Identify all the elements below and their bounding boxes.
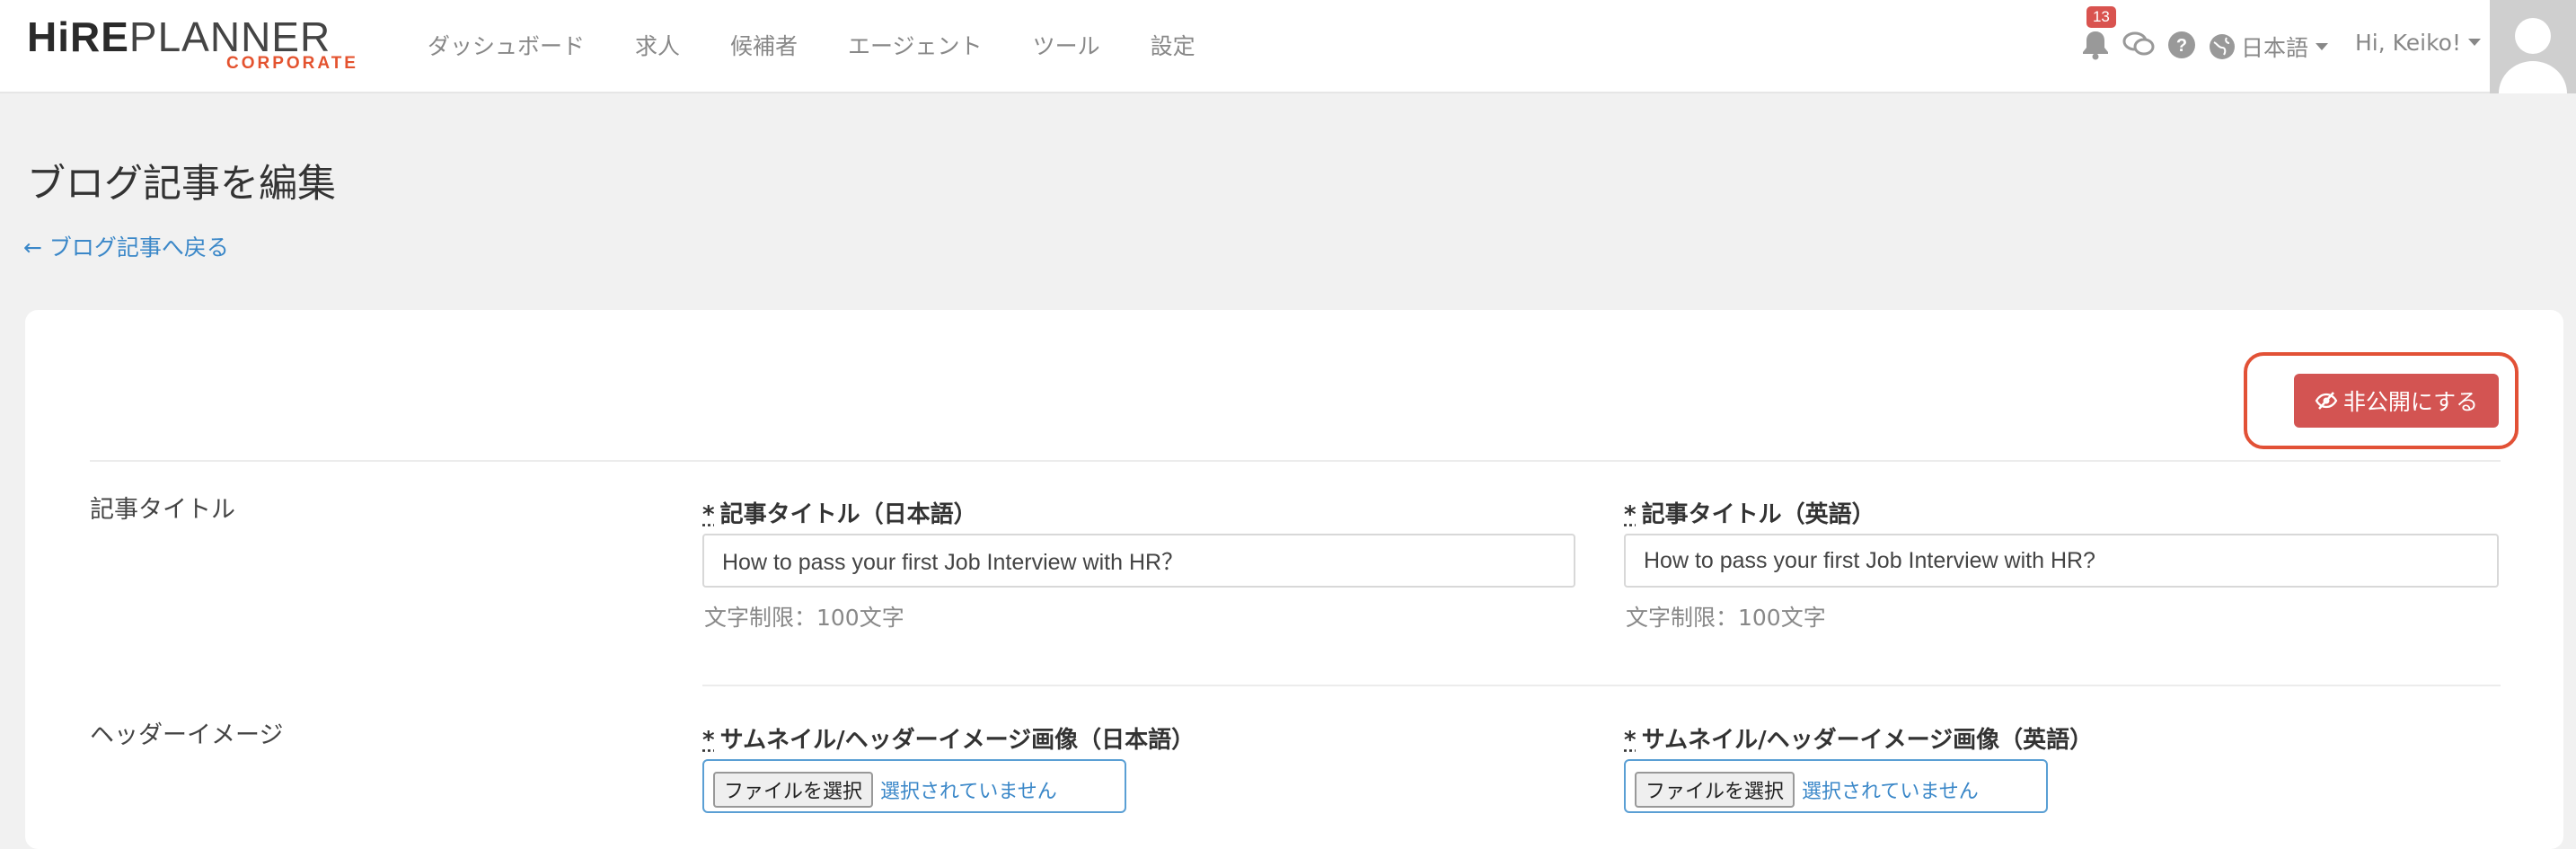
divider — [90, 460, 2501, 462]
eye-slash-icon — [2315, 391, 2338, 411]
title-ja-hint: 文字制限：100文字 — [704, 600, 904, 632]
nav-item-tools[interactable]: ツール — [1033, 29, 1100, 61]
question-circle-icon: ? — [2167, 31, 2196, 63]
required-marker: * — [702, 501, 715, 528]
header-ja-label: * サムネイル/ヘッダーイメージ画像（日本語） — [702, 721, 1195, 755]
bell-icon — [2081, 30, 2110, 64]
header-ja-file-input[interactable]: ファイルを選択 選択されていません — [702, 759, 1126, 813]
file-status-text: 選択されていません — [880, 775, 1057, 804]
title-ja-input[interactable]: How to pass your first Job Interview wit… — [702, 534, 1575, 588]
nav-item-candidates[interactable]: 候補者 — [730, 29, 798, 61]
user-menu[interactable]: Hi, Keiko! — [2355, 30, 2481, 56]
logo-hire-text: HiRE — [27, 13, 129, 60]
page-title: ブログ記事を編集 — [27, 153, 336, 208]
divider — [702, 685, 2501, 686]
title-section-label: 記事タイトル — [90, 490, 235, 525]
required-marker: * — [702, 727, 715, 754]
title-ja-label: * 記事タイトル（日本語） — [702, 496, 977, 529]
title-en-label: * 記事タイトル（英語） — [1624, 496, 1875, 529]
main-nav: ダッシュボード 求人 候補者 エージェント ツール 設定 — [428, 0, 1246, 90]
header-en-label: * サムネイル/ヘッダーイメージ画像（英語） — [1624, 721, 2093, 755]
nav-item-agents[interactable]: エージェント — [848, 29, 983, 61]
unpublish-button[interactable]: 非公開にする — [2294, 374, 2499, 428]
notifications-button[interactable]: 13 — [2081, 30, 2110, 64]
back-to-blog-link[interactable]: ← ブログ記事へ戻る — [23, 230, 229, 262]
title-en-input[interactable]: How to pass your first Job Interview wit… — [1624, 534, 2499, 588]
language-label: 日本語 — [2241, 31, 2308, 63]
messages-button[interactable] — [2122, 31, 2155, 63]
required-marker: * — [1624, 727, 1636, 754]
logo-corporate-text: CORPORATE — [226, 54, 358, 74]
required-marker: * — [1624, 501, 1636, 528]
user-silhouette-icon — [2490, 0, 2576, 93]
user-greeting: Hi, Keiko! — [2355, 30, 2461, 56]
chat-bubbles-icon — [2122, 31, 2155, 63]
header-section-label: ヘッダーイメージ — [90, 715, 283, 750]
chevron-down-icon — [2316, 43, 2328, 50]
nav-item-dashboard[interactable]: ダッシュボード — [428, 29, 585, 61]
globe-icon — [2209, 33, 2236, 60]
svg-text:?: ? — [2176, 36, 2187, 56]
language-selector[interactable]: 日本語 — [2209, 31, 2328, 63]
title-en-hint: 文字制限：100文字 — [1626, 600, 1826, 632]
notification-count-badge: 13 — [2086, 6, 2116, 28]
avatar[interactable] — [2490, 0, 2576, 93]
help-button[interactable]: ? — [2167, 31, 2196, 63]
nav-item-settings[interactable]: 設定 — [1151, 29, 1195, 61]
choose-file-button[interactable]: ファイルを選択 — [713, 772, 873, 808]
unpublish-label: 非公開にする — [2343, 385, 2478, 417]
hireplanner-logo[interactable]: HiREPLANNER CORPORATE — [27, 16, 350, 79]
top-navbar: HiREPLANNER CORPORATE ダッシュボード 求人 候補者 エージ… — [0, 0, 2576, 93]
chevron-down-icon — [2468, 39, 2481, 46]
file-status-text: 選択されていません — [1802, 775, 1979, 804]
nav-item-jobs[interactable]: 求人 — [635, 29, 680, 61]
header-en-file-input[interactable]: ファイルを選択 選択されていません — [1624, 759, 2048, 813]
nav-right: 13 ? 日本語 Hi, Keiko! — [2081, 0, 2576, 93]
choose-file-button[interactable]: ファイルを選択 — [1635, 772, 1795, 808]
